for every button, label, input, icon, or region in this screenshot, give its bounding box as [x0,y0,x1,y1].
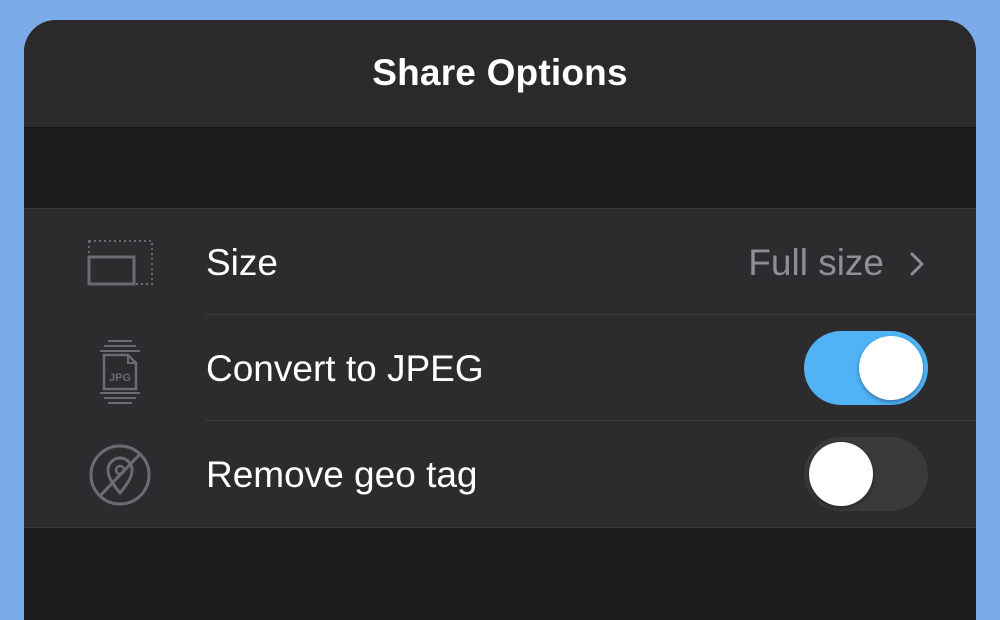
remove-geo-row: Remove geo tag [24,421,976,527]
sheet-header: Share Options [24,20,976,128]
remove-geo-label: Remove geo tag [206,454,478,495]
svg-text:JPG: JPG [109,372,131,384]
toggle-knob [859,336,923,400]
convert-jpeg-toggle[interactable] [804,331,928,405]
image-size-icon [87,240,153,286]
remove-geo-toggle[interactable] [804,437,928,511]
options-group: Size Full size JPG Convert to JPEG Remov… [24,208,976,528]
toggle-knob [809,442,873,506]
size-value: Full size [748,242,884,283]
convert-jpeg-row: JPG Convert to JPEG [24,315,976,421]
convert-jpeg-label: Convert to JPEG [206,348,484,389]
sheet-title: Share Options [372,52,628,93]
chevron-right-icon [910,252,924,276]
jpeg-file-icon: JPG [100,340,140,404]
share-options-sheet: Share Options Size Full size JPG Convert… [24,20,976,620]
size-label: Size [206,242,278,283]
no-location-icon [89,444,151,506]
size-row[interactable]: Size Full size [24,209,976,315]
